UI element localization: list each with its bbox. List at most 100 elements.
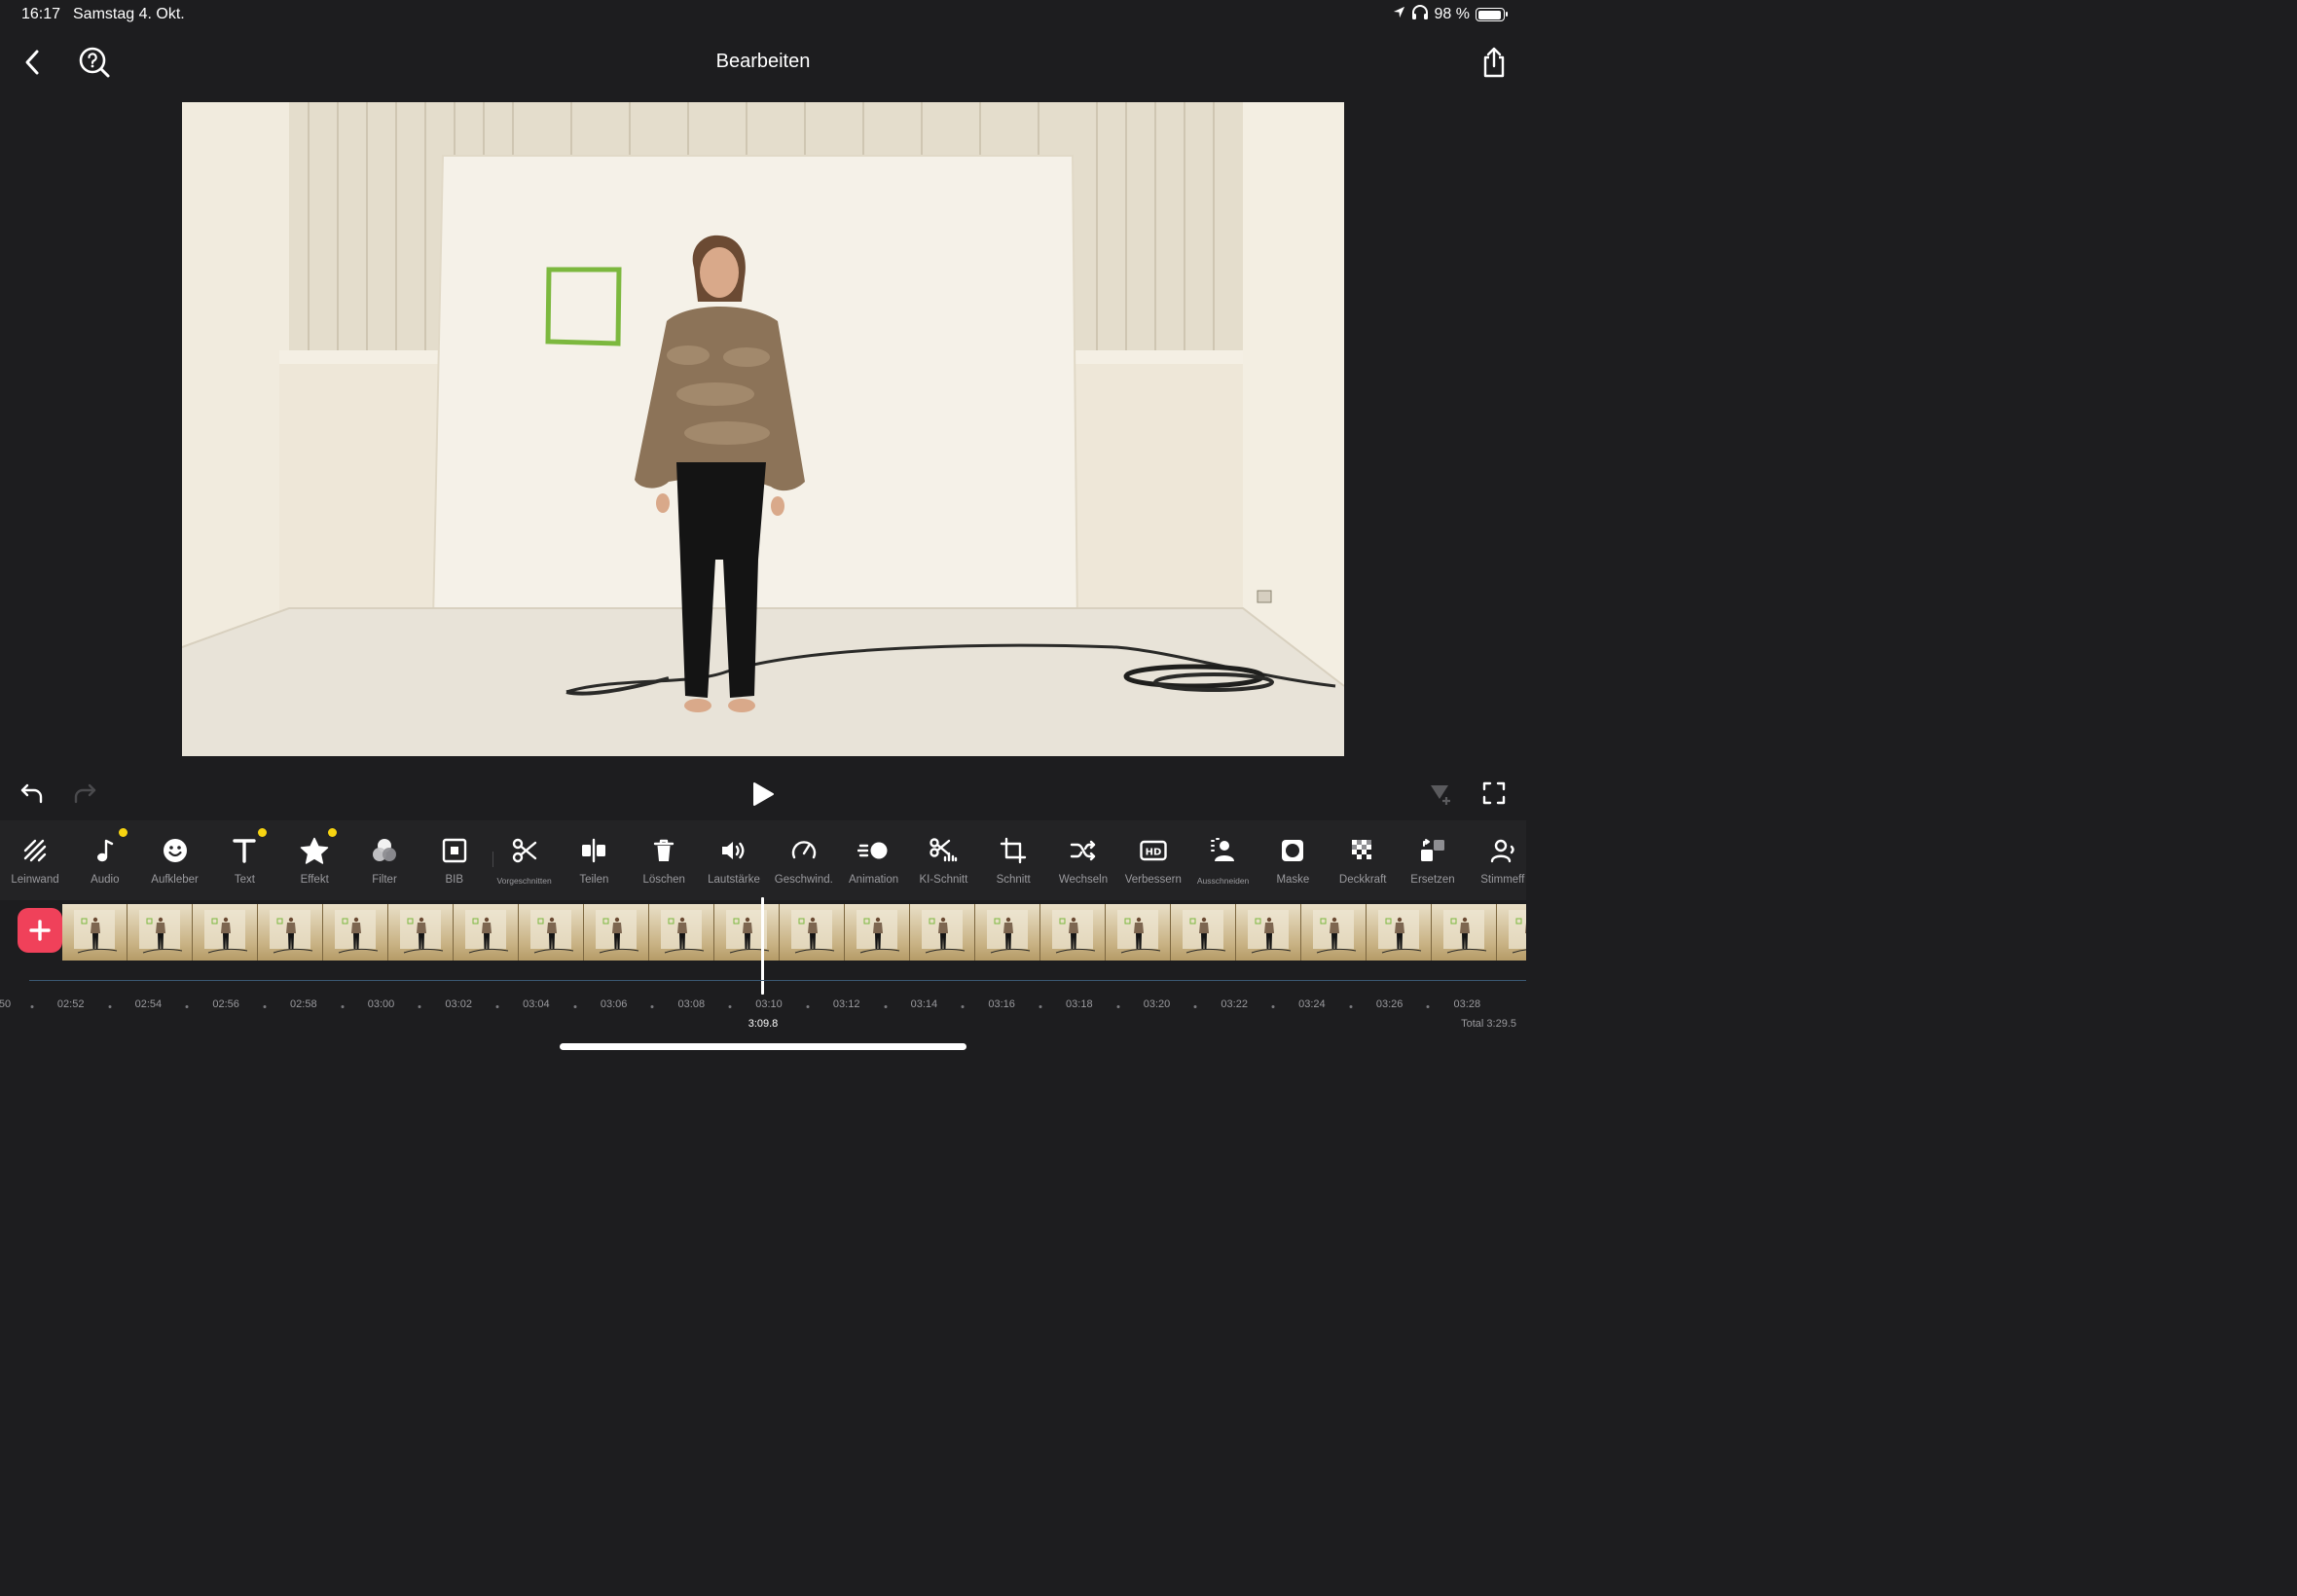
tool-shuffle[interactable]: Wechseln — [1048, 820, 1118, 900]
tool-animation[interactable]: Animation — [839, 820, 909, 900]
tool-opacity[interactable]: Deckkraft — [1328, 820, 1398, 900]
tool-trash[interactable]: Löschen — [629, 820, 699, 900]
timeline-clip-strip[interactable] — [62, 904, 1526, 961]
speedometer-icon — [786, 834, 821, 867]
ruler-dot — [495, 1005, 499, 1008]
add-clip-button[interactable] — [18, 908, 62, 953]
video-frame — [182, 102, 1344, 756]
ruler-dot — [573, 1005, 577, 1008]
total-time: Total 3:29.5 — [1461, 1018, 1516, 1030]
ruler-tick-label: 02:54 — [134, 998, 163, 1010]
timeline-thumbnail — [1106, 904, 1171, 961]
mask-icon — [1275, 834, 1310, 867]
tool-ai-cut[interactable]: KI-Schnitt — [908, 820, 978, 900]
ruler-tick-label: 03:16 — [988, 998, 1015, 1010]
share-icon — [1483, 47, 1505, 78]
redo-button[interactable] — [67, 776, 102, 811]
ruler-dot — [341, 1005, 345, 1008]
tool-split[interactable]: Teilen — [559, 820, 629, 900]
volume-icon — [716, 834, 751, 867]
opacity-icon — [1345, 834, 1380, 867]
ruler-tick-label: 03:06 — [600, 998, 628, 1010]
split-icon — [576, 834, 611, 867]
crop-icon — [996, 834, 1031, 867]
tool-speedometer[interactable]: Geschwind. — [769, 820, 839, 900]
tool-star[interactable]: Effekt — [279, 820, 349, 900]
status-date: Samstag 4. Okt. — [73, 6, 185, 22]
sticker-icon — [158, 834, 193, 867]
ruler-tick-label: 02:58 — [290, 998, 317, 1010]
tool-filter[interactable]: Filter — [349, 820, 419, 900]
new-indicator-dot — [328, 828, 338, 837]
tool-music-note[interactable]: Audio — [70, 820, 140, 900]
ruler-tick-label: 50 — [0, 998, 12, 1010]
ruler-tick-label: 03:08 — [677, 998, 706, 1010]
ruler-tick-label: 03:22 — [1221, 998, 1248, 1010]
canvas-icon — [18, 834, 53, 867]
add-keyframe-button[interactable] — [1423, 776, 1458, 811]
play-icon — [753, 782, 774, 806]
ruler-tick-label: 03:14 — [910, 998, 938, 1010]
play-button[interactable] — [744, 775, 783, 814]
timeline-thumbnail — [845, 904, 910, 961]
home-indicator[interactable] — [560, 1043, 966, 1050]
headphones-icon — [1411, 5, 1429, 24]
tool-mask[interactable]: Maske — [1258, 820, 1328, 900]
time-ruler: 50 02:52 02:54 02:56 02:58 03:00 03:02 03:04 03:… — [0, 998, 1526, 1018]
status-time: 16:17 — [21, 6, 61, 22]
tool-hd[interactable]: HD Verbessern — [1118, 820, 1188, 900]
page-title: Bearbeiten — [715, 51, 811, 72]
ruler-dot — [1271, 1005, 1275, 1008]
timeline-thumbnail — [388, 904, 454, 961]
star-icon — [297, 834, 332, 867]
ruler-dot — [185, 1005, 189, 1008]
ruler-dot — [30, 1005, 34, 1008]
timeline-thumbnail — [1301, 904, 1367, 961]
tool-replace[interactable]: Ersetzen — [1398, 820, 1468, 900]
ruler-dot — [728, 1005, 732, 1008]
ruler-dot — [650, 1005, 654, 1008]
ruler-tick-label: 03:28 — [1453, 998, 1481, 1010]
edit-toolbar: Leinwand Audio Aufkleber Text Effekt Filter BI… — [0, 820, 1526, 900]
ruler-tick-label: 03:20 — [1143, 998, 1171, 1010]
undo-button[interactable] — [15, 776, 50, 811]
tool-scissors[interactable]: Vorgeschnitten — [490, 820, 560, 900]
tool-label: Stimmeff — [1480, 874, 1525, 886]
tool-picture-in-picture[interactable]: BIB — [419, 820, 490, 900]
tool-voice-effect[interactable]: Stimmeff — [1468, 820, 1538, 900]
ruler-tick-label: 02:56 — [212, 998, 239, 1010]
undo-icon — [20, 783, 43, 804]
ruler-tick-label: 03:12 — [832, 998, 860, 1010]
tool-volume[interactable]: Lautstärke — [699, 820, 769, 900]
ruler-tick-label: 03:24 — [1298, 998, 1326, 1010]
ruler-dot — [1039, 1005, 1042, 1008]
tool-sticker[interactable]: Aufkleber — [140, 820, 210, 900]
battery-icon — [1476, 8, 1508, 21]
tool-person-cutout[interactable]: Ausschneiden — [1188, 820, 1258, 900]
current-time: 3:09.8 — [747, 1018, 779, 1030]
timeline-thumbnail — [975, 904, 1040, 961]
share-button[interactable] — [1473, 41, 1515, 84]
svg-text:HD: HD — [1145, 848, 1161, 858]
tool-crop[interactable]: Schnitt — [978, 820, 1048, 900]
tool-canvas[interactable]: Leinwand — [0, 820, 70, 900]
ruler-dot — [1193, 1005, 1197, 1008]
timeline-thumbnail — [1497, 904, 1526, 961]
ruler-dot — [108, 1005, 112, 1008]
ruler-tick-label: 03:18 — [1066, 998, 1093, 1010]
timeline-thumbnail — [780, 904, 845, 961]
timeline-thumbnail — [193, 904, 258, 961]
hd-icon: HD — [1136, 834, 1171, 867]
plus-icon — [29, 920, 51, 941]
shuffle-icon — [1066, 834, 1101, 867]
picture-in-picture-icon — [437, 834, 472, 867]
video-preview[interactable] — [182, 102, 1344, 756]
status-indicators: 98 % — [1393, 5, 1508, 24]
add-keyframe-icon — [1431, 785, 1450, 805]
tool-text[interactable]: Text — [209, 820, 279, 900]
timeline-thumbnail — [1367, 904, 1432, 961]
new-indicator-dot — [258, 828, 268, 837]
timeline-thumbnail — [584, 904, 649, 961]
fullscreen-button[interactable] — [1477, 776, 1512, 811]
person-cutout-icon — [1206, 834, 1241, 867]
